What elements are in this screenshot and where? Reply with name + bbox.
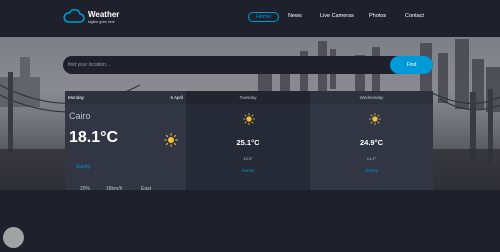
forecast-min-temperature: 14.2°	[366, 156, 377, 161]
nav-news[interactable]: News	[288, 13, 302, 19]
today-forecast-card: Monday 6 April Cairo 18.1°C Sunny 20% 18…	[65, 91, 186, 200]
cloud-logo-icon	[63, 9, 85, 23]
sun-icon	[369, 113, 381, 125]
forecast-condition: Sunny	[365, 168, 378, 173]
today-temperature: 18.1°C	[69, 129, 119, 146]
forecast-card-tuesday: Tuesday 25.1°C 15.9° Sunny	[186, 91, 310, 200]
sun-icon	[164, 133, 178, 147]
today-condition: Sunny	[76, 164, 91, 170]
forecast-card-wednesday: Wednesday 24.9°C 14.2° Sunny	[310, 91, 433, 200]
brand-subtitle: tagline goes here	[88, 20, 115, 24]
nav-contact[interactable]: Contact	[405, 13, 424, 19]
today-day: Monday	[68, 95, 85, 100]
nav-photos[interactable]: Photos	[369, 13, 386, 19]
find-button[interactable]: Find	[390, 56, 433, 74]
logo[interactable]: Weather tagline goes here	[63, 9, 133, 29]
city-name: Cairo	[69, 111, 91, 121]
brand-title: Weather	[88, 10, 120, 19]
top-navbar: Weather tagline goes here Home News Live…	[0, 0, 500, 37]
forecast-card-header: Tuesday	[186, 91, 310, 104]
forecast-temperature: 24.9°C	[359, 138, 383, 147]
search-bar: Find	[63, 56, 433, 74]
forecast-min-temperature: 15.9°	[243, 156, 253, 161]
forecast-temperature: 25.1°C	[236, 138, 260, 147]
today-card-header: Monday 6 April	[65, 91, 186, 104]
forecast-day: Wednesday	[359, 95, 384, 100]
today-date: 6 April	[170, 95, 183, 100]
search-input[interactable]	[63, 56, 391, 74]
nav-live-cameras[interactable]: Live Cameras	[320, 13, 354, 19]
forecast-day: Tuesday	[239, 95, 257, 100]
sun-icon	[243, 113, 255, 125]
forecast-condition: Sunny	[241, 168, 255, 173]
page-bottom-area	[0, 190, 500, 252]
forecast-card-header: Wednesday	[310, 91, 433, 104]
nav-home[interactable]: Home	[248, 12, 279, 22]
corner-badge	[3, 227, 24, 248]
